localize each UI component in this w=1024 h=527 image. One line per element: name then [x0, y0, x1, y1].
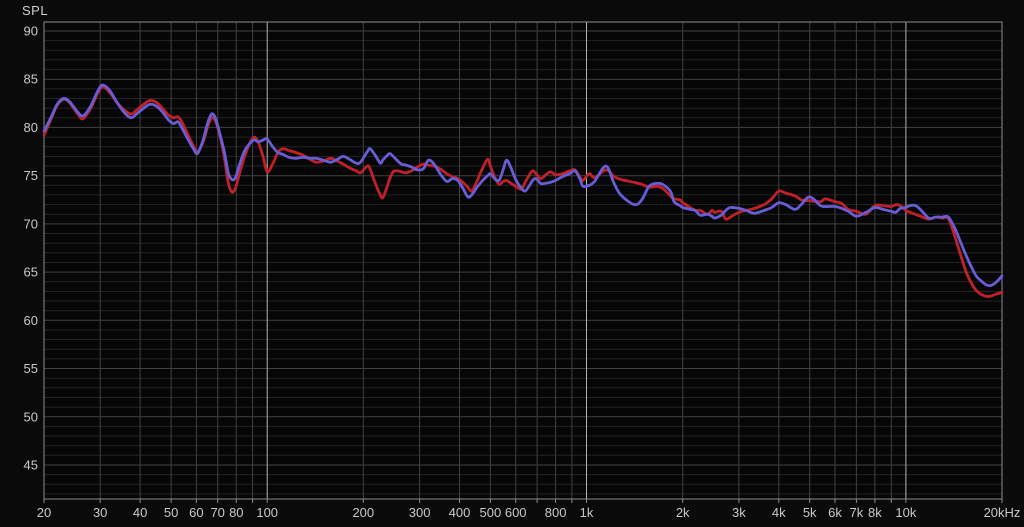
x-tick-label: 200: [352, 505, 374, 520]
x-tick-label: 4k: [772, 505, 786, 520]
x-tick-label: 40: [133, 505, 147, 520]
x-tick-label: 1k: [580, 505, 594, 520]
y-tick-label: 70: [24, 216, 38, 231]
y-tick-label: 50: [24, 409, 38, 424]
y-tick-label: 85: [24, 72, 38, 87]
x-tick-label: 20kHz: [984, 505, 1021, 520]
x-tick-label: 400: [449, 505, 471, 520]
x-tick-label: 600: [505, 505, 527, 520]
x-tick-label: 3k: [732, 505, 746, 520]
x-tick-label: 500: [480, 505, 502, 520]
y-tick-label: 90: [24, 24, 38, 39]
x-tick-label: 70: [210, 505, 224, 520]
y-tick-label: 65: [24, 265, 38, 280]
frequency-response-chart: 90 85 80 75 70 65 60 55 50 45 20 30 40 50 60 70 80 100 200…: [24, 21, 1021, 520]
x-tick-label: 60: [189, 505, 203, 520]
y-tick-label: 75: [24, 168, 38, 183]
x-tick-label: 30: [93, 505, 107, 520]
x-tick-label: 8k: [868, 505, 882, 520]
y-tick-label: 80: [24, 120, 38, 135]
x-tick-label: 50: [164, 505, 178, 520]
y-tick-label: 55: [24, 361, 38, 376]
x-tick-label: 2k: [676, 505, 690, 520]
x-tick-label: 10k: [895, 505, 916, 520]
y-tick-label: 45: [24, 458, 38, 473]
plot-background: [44, 22, 1002, 499]
x-tick-label: 6k: [828, 505, 842, 520]
x-tick-label: 800: [545, 505, 567, 520]
axis-ticks: [43, 499, 1003, 503]
x-tick-label: 300: [409, 505, 431, 520]
spl-graph-panel: SPL 90 85 80 75 70 65 60 55 50 45 20 30 40 50 60 70 80 10…: [0, 0, 1024, 527]
x-tick-label: 7k: [850, 505, 864, 520]
x-tick-label: 20: [37, 505, 51, 520]
x-tick-label: 5k: [803, 505, 817, 520]
x-tick-label: 100: [256, 505, 278, 520]
x-tick-label: 80: [229, 505, 243, 520]
y-tick-label: 60: [24, 313, 38, 328]
